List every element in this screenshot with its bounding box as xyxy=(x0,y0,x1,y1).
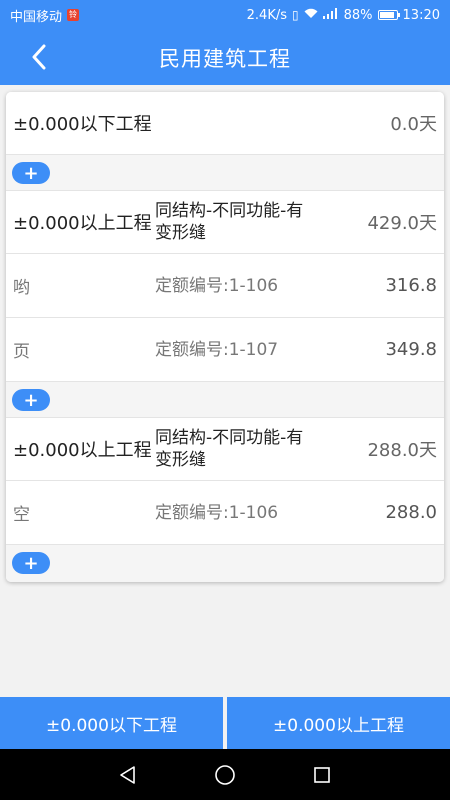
sub-row-code: 定额编号:1-107 xyxy=(155,339,279,360)
row-below-ground[interactable]: ±0.000以下工程 0.0天 xyxy=(6,92,444,155)
sub-row[interactable]: 哟 定额编号:1-106 316.8 xyxy=(6,254,444,318)
add-strip: + xyxy=(6,155,444,191)
signal-icon xyxy=(322,8,339,22)
wifi-icon xyxy=(304,8,318,22)
app-header: 中国移动 铃 2.4K/s ▯ 88% 13:20 民用建筑工程 xyxy=(0,0,450,85)
circle-home-icon xyxy=(215,764,235,785)
system-nav-bar xyxy=(0,749,450,800)
sub-row-code: 定额编号:1-106 xyxy=(155,275,279,296)
add-button-above-2[interactable]: + xyxy=(12,552,50,574)
battery-percent: 88% xyxy=(343,7,373,23)
sub-row-value: 288.0 xyxy=(385,502,437,523)
nav-back-button[interactable] xyxy=(108,755,148,795)
add-strip: + xyxy=(6,545,444,582)
carrier-badge: 铃 xyxy=(67,9,80,21)
status-bar: 中国移动 铃 2.4K/s ▯ 88% 13:20 xyxy=(0,0,450,30)
add-button-below[interactable]: + xyxy=(12,162,50,184)
add-button-above-1[interactable]: + xyxy=(12,389,50,411)
square-recents-icon xyxy=(313,766,330,783)
add-strip: + xyxy=(6,382,444,418)
sub-row-value: 316.8 xyxy=(385,275,437,296)
bottom-action-bar: ±0.000以下工程 ±0.000以上工程 xyxy=(0,697,450,749)
add-above-ground-button[interactable]: ±0.000以上工程 xyxy=(227,697,450,749)
title-bar: 民用建筑工程 xyxy=(0,30,450,85)
sub-row-code: 定额编号:1-106 xyxy=(155,502,279,523)
row-days: 288.0天 xyxy=(367,440,437,461)
vibrate-icon: ▯ xyxy=(292,8,299,22)
sub-row-value: 349.8 xyxy=(385,339,437,360)
row-name: ±0.000以上工程 xyxy=(13,440,152,461)
project-card: ±0.000以下工程 0.0天 + ±0.000以上工程 同结构-不同功能-有变… xyxy=(6,92,444,582)
back-button[interactable] xyxy=(24,42,54,72)
row-above-ground-1[interactable]: ±0.000以上工程 同结构-不同功能-有变形缝 429.0天 xyxy=(6,191,444,254)
carrier-label: 中国移动 xyxy=(10,9,63,25)
add-below-ground-button[interactable]: ±0.000以下工程 xyxy=(0,697,223,749)
row-name: ±0.000以下工程 xyxy=(13,114,152,135)
sub-row-name: 哟 xyxy=(13,278,30,298)
sub-row[interactable]: 空 定额编号:1-106 288.0 xyxy=(6,481,444,545)
sub-row-name: 页 xyxy=(13,342,30,362)
triangle-back-icon xyxy=(120,765,136,784)
sub-row-name: 空 xyxy=(13,505,30,525)
network-speed: 2.4K/s xyxy=(246,7,288,23)
chevron-left-icon xyxy=(32,44,46,70)
clock: 13:20 xyxy=(402,7,440,23)
row-days: 0.0天 xyxy=(390,114,437,135)
nav-recents-button[interactable] xyxy=(302,755,342,795)
nav-home-button[interactable] xyxy=(205,755,245,795)
row-name: ±0.000以上工程 xyxy=(13,213,152,234)
row-above-ground-2[interactable]: ±0.000以上工程 同结构-不同功能-有变形缝 288.0天 xyxy=(6,418,444,481)
row-desc: 同结构-不同功能-有变形缝 xyxy=(155,428,304,470)
page-title: 民用建筑工程 xyxy=(159,46,291,71)
sub-row[interactable]: 页 定额编号:1-107 349.8 xyxy=(6,318,444,382)
row-days: 429.0天 xyxy=(367,213,437,234)
battery-icon xyxy=(377,10,400,20)
row-desc: 同结构-不同功能-有变形缝 xyxy=(155,201,304,243)
